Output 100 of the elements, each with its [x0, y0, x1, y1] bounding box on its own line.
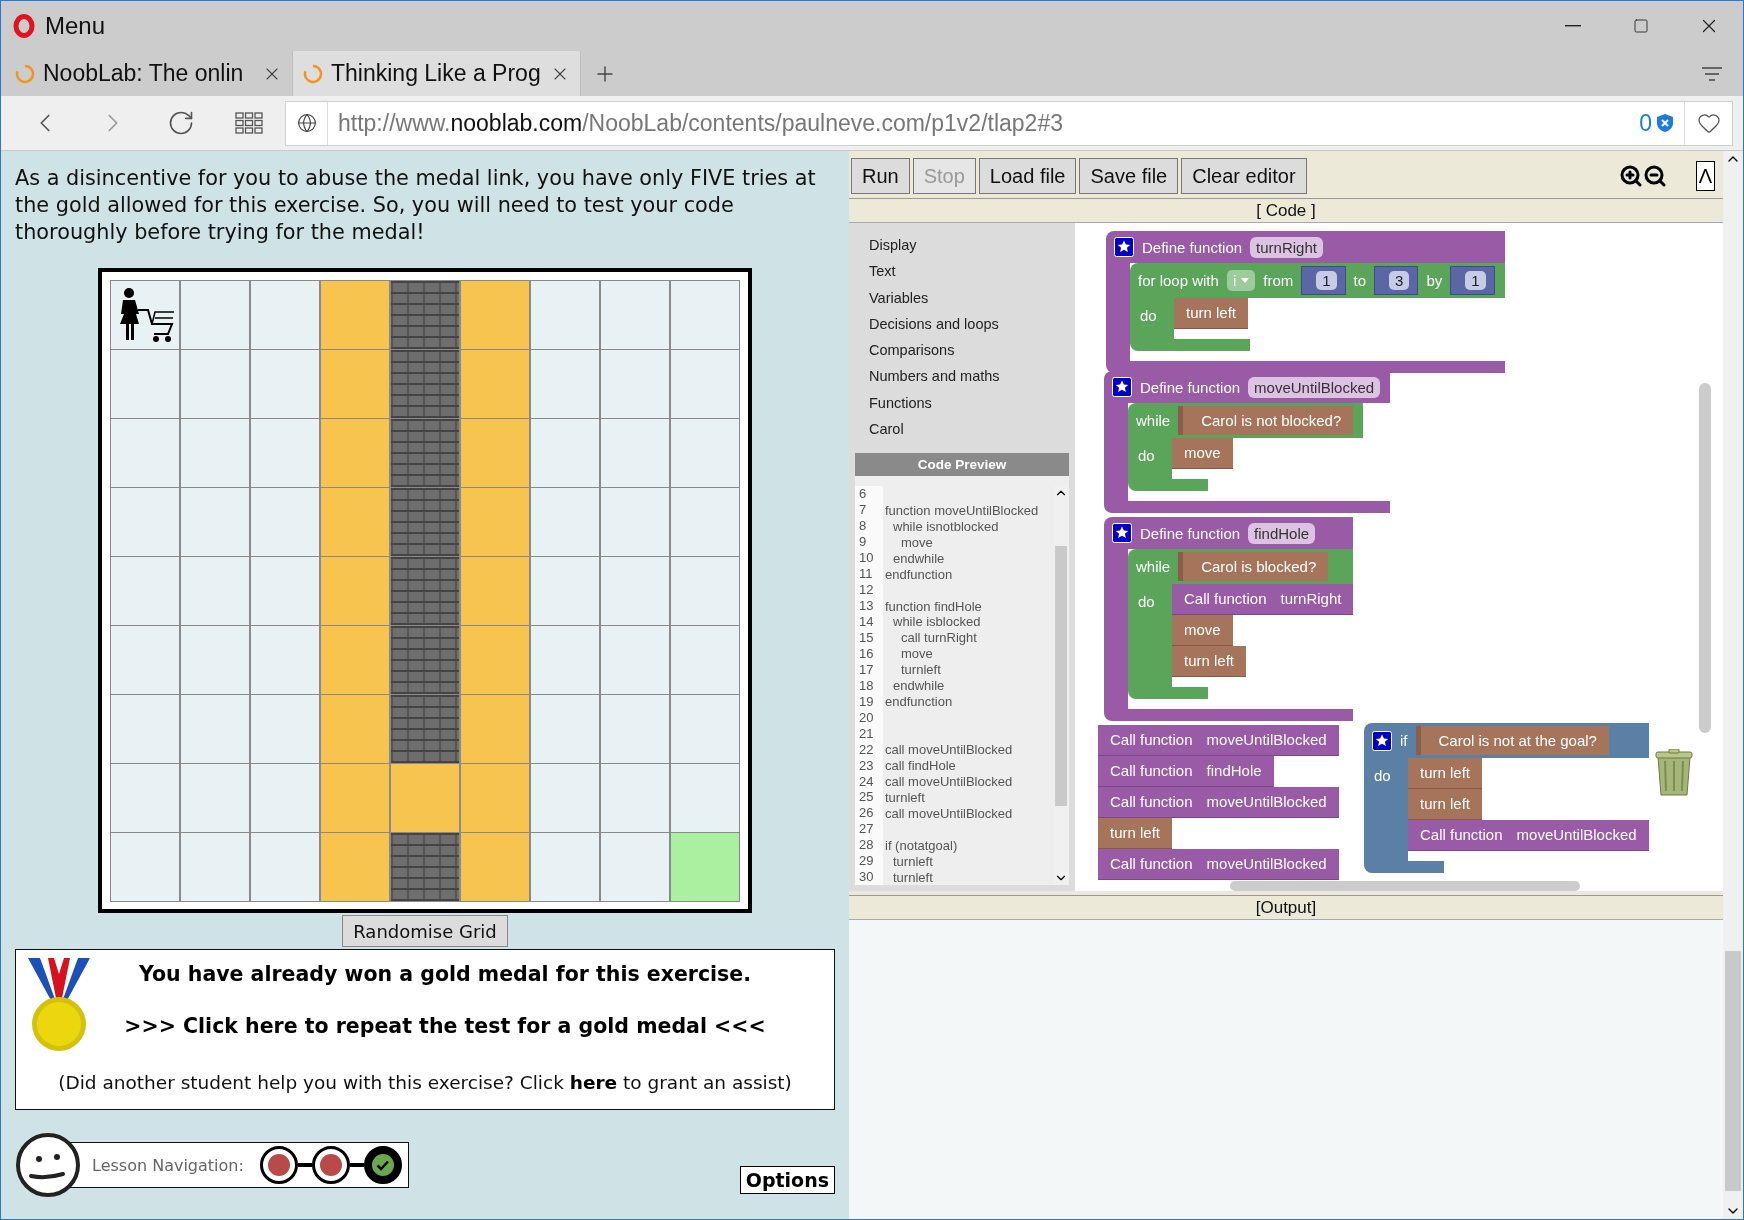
randomise-grid-button[interactable]: Randomise Grid: [342, 915, 508, 947]
action-block[interactable]: turn left: [1098, 818, 1173, 849]
grid-cell: [600, 556, 670, 626]
toolbox-category[interactable]: Decisions and loops: [849, 311, 1075, 339]
grid-cell: [110, 418, 180, 488]
code-line: turnleft: [884, 789, 925, 805]
toolbox-category[interactable]: Functions: [849, 390, 1075, 418]
grid-cell: [110, 487, 180, 557]
line-number: 6: [855, 486, 883, 503]
action-block[interactable]: move: [1172, 615, 1233, 646]
grid-cell: [250, 556, 320, 626]
action-block[interactable]: move: [1172, 438, 1233, 469]
call-function-block[interactable]: Call function turnRight: [1172, 584, 1354, 615]
loading-icon: [15, 63, 35, 84]
toolbox-category[interactable]: Display: [849, 233, 1075, 260]
function-name-field[interactable]: turnRight: [1250, 236, 1323, 258]
editor-button[interactable]: Clear editor: [1181, 158, 1307, 194]
condition-block[interactable]: Carol is blocked?: [1178, 552, 1329, 581]
block-label: Define function: [1140, 378, 1241, 396]
condition-block[interactable]: Carol is not at the goal?: [1415, 726, 1609, 755]
condition-block[interactable]: Carol is not blocked?: [1178, 406, 1354, 435]
editor-button[interactable]: Run: [851, 158, 910, 194]
ad-block-badge[interactable]: 0: [1639, 109, 1684, 137]
grid-cell: [530, 763, 600, 833]
dropdown-caret-icon: [1241, 278, 1250, 283]
grid-cell: [110, 625, 180, 695]
grid-cell: [110, 556, 180, 626]
page-scrollbar[interactable]: [1723, 151, 1743, 1219]
code-line: call turnRight: [900, 630, 977, 646]
options-button[interactable]: Options: [739, 1166, 835, 1194]
lesson-step-button[interactable]: [259, 1146, 298, 1184]
scrollbar-thumb[interactable]: [1725, 951, 1741, 1191]
scrollbar-thumb[interactable]: [1055, 546, 1067, 807]
heart-icon: [1696, 111, 1721, 135]
editor-button[interactable]: Load file: [978, 158, 1077, 194]
toolbox-category[interactable]: Numbers and maths: [849, 364, 1075, 391]
repeat-test-link[interactable]: >>> Click here to repeat the test for a gold medal <<<: [84, 1014, 766, 1038]
function-name-field[interactable]: moveUntilBlocked: [1248, 376, 1381, 398]
status-dot-icon: [319, 1154, 342, 1176]
function-definition-block[interactable]: Define function moveUntilBlocked: [1104, 371, 1391, 403]
code-line: endwhile: [892, 550, 945, 566]
toolbox-category[interactable]: Variables: [849, 285, 1075, 312]
call-function-block[interactable]: Call function findHole: [1098, 756, 1274, 787]
for-loop-block[interactable]: for loop with i from 1 to 3 by 1: [1130, 263, 1505, 298]
path-cell: [320, 832, 390, 902]
menu-label[interactable]: Menu: [45, 12, 106, 40]
while-loop-block[interactable]: while Carol is not blocked?: [1128, 403, 1364, 438]
block-label: by: [1426, 272, 1443, 289]
action-block[interactable]: turn left: [1408, 758, 1483, 789]
if-block[interactable]: if Carol is not at the goal?: [1364, 723, 1649, 758]
function-definition-block[interactable]: Define function findHole: [1104, 517, 1354, 549]
collapse-button[interactable]: Λ: [1695, 161, 1715, 191]
assist-link[interactable]: here: [569, 1072, 618, 1093]
function-name: moveUntilBlocked: [1206, 855, 1327, 873]
browser-logo-icon[interactable]: [13, 14, 35, 38]
toolbox-category[interactable]: Comparisons: [849, 338, 1075, 365]
action-block[interactable]: turn left: [1408, 789, 1483, 820]
code-line: move: [900, 646, 933, 662]
number-field[interactable]: 1: [1465, 271, 1486, 290]
grid-cell: [600, 487, 670, 557]
tab-menu-icon[interactable]: [1701, 65, 1723, 82]
number-field[interactable]: 3: [1389, 271, 1410, 290]
toolbox-category[interactable]: Text: [849, 259, 1075, 286]
action-block[interactable]: turn left: [1172, 646, 1247, 677]
function-name: moveUntilBlocked: [1206, 793, 1327, 811]
grid-cell: [530, 349, 600, 419]
toolbox-category[interactable]: Carol: [849, 417, 1075, 444]
wall-cell: [390, 349, 460, 419]
check-icon: [370, 1153, 395, 1177]
grid-cell: [250, 487, 320, 557]
scrollbar[interactable]: [1230, 881, 1580, 891]
grid-cell: [250, 418, 320, 488]
editor-button[interactable]: Save file: [1079, 158, 1179, 194]
trash-can-icon[interactable]: [1655, 749, 1693, 797]
function-name-field[interactable]: findHole: [1248, 522, 1316, 544]
action-block[interactable]: turn left: [1174, 298, 1249, 329]
grid-cell: [180, 625, 250, 695]
path-cell: [460, 625, 530, 695]
output-header: [Output]: [849, 895, 1723, 920]
number-field[interactable]: 1: [1316, 271, 1337, 290]
code-header: [ Code ]: [849, 198, 1723, 223]
scrollbar[interactable]: [1699, 383, 1711, 733]
wall-cell: [390, 694, 460, 764]
address-bar[interactable]: http://www.nooblab.com/NoobLab/contents/paulneve.com/p1v2/tlap2#3 0: [285, 100, 1733, 146]
function-definition-block[interactable]: Define function turnRight: [1106, 231, 1505, 263]
zoom-out-icon[interactable]: [1642, 164, 1667, 188]
path-cell: [460, 763, 530, 833]
code-line: call moveUntilBlocked: [884, 805, 1013, 821]
call-function-block[interactable]: Call function moveUntilBlocked: [1098, 725, 1339, 756]
code-line: endwhile: [892, 678, 945, 694]
lesson-step-button[interactable]: [311, 1146, 350, 1184]
lesson-step-button[interactable]: [363, 1146, 402, 1184]
browser-tab[interactable]: Thinking Like a Prog: [293, 51, 581, 96]
call-function-block[interactable]: Call function moveUntilBlocked: [1408, 820, 1649, 851]
call-function-block[interactable]: Call function moveUntilBlocked: [1098, 849, 1339, 880]
call-function-block[interactable]: Call function moveUntilBlocked: [1098, 787, 1339, 818]
while-loop-block[interactable]: while Carol is blocked?: [1128, 549, 1354, 584]
wall-cell: [390, 487, 460, 557]
zoom-in-icon[interactable]: [1618, 164, 1643, 188]
path-cell: [320, 694, 390, 764]
